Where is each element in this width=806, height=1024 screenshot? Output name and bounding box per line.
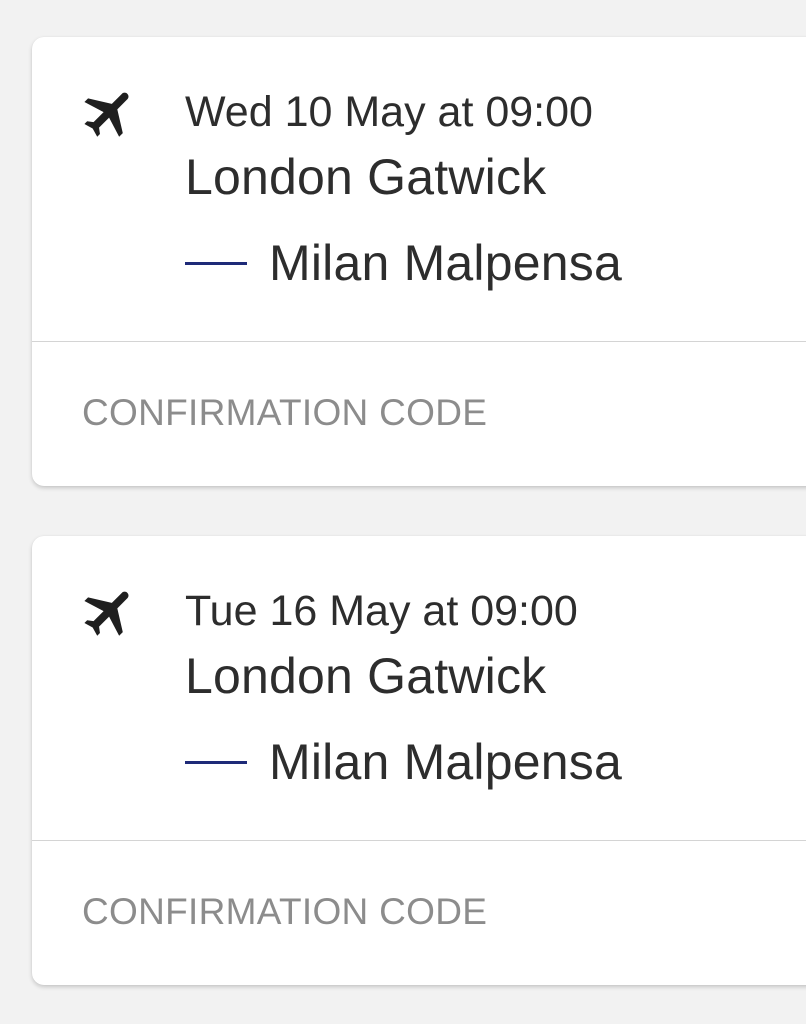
confirmation-code-label: CONFIRMATION CODE [82,392,488,433]
destination-row: Milan Malpensa [185,233,622,293]
flight-card[interactable]: Wed 10 May at 09:00 London Gatwick Milan… [32,37,806,486]
flight-card[interactable]: Tue 16 May at 09:00 London Gatwick Milan… [32,536,806,985]
destination-row: Milan Malpensa [185,732,622,792]
route-dash [185,760,247,764]
airplane-icon [79,581,141,643]
confirmation-code-label: CONFIRMATION CODE [82,891,488,932]
airplane-icon [79,82,141,144]
divider [32,341,806,342]
divider [32,840,806,841]
destination-airport: Milan Malpensa [269,734,622,790]
origin-airport: London Gatwick [185,149,547,205]
flight-date: Wed 10 May at 09:00 [185,88,593,136]
destination-airport: Milan Malpensa [269,235,622,291]
flight-date: Tue 16 May at 09:00 [185,587,578,635]
origin-airport: London Gatwick [185,648,547,704]
route-dash [185,261,247,265]
